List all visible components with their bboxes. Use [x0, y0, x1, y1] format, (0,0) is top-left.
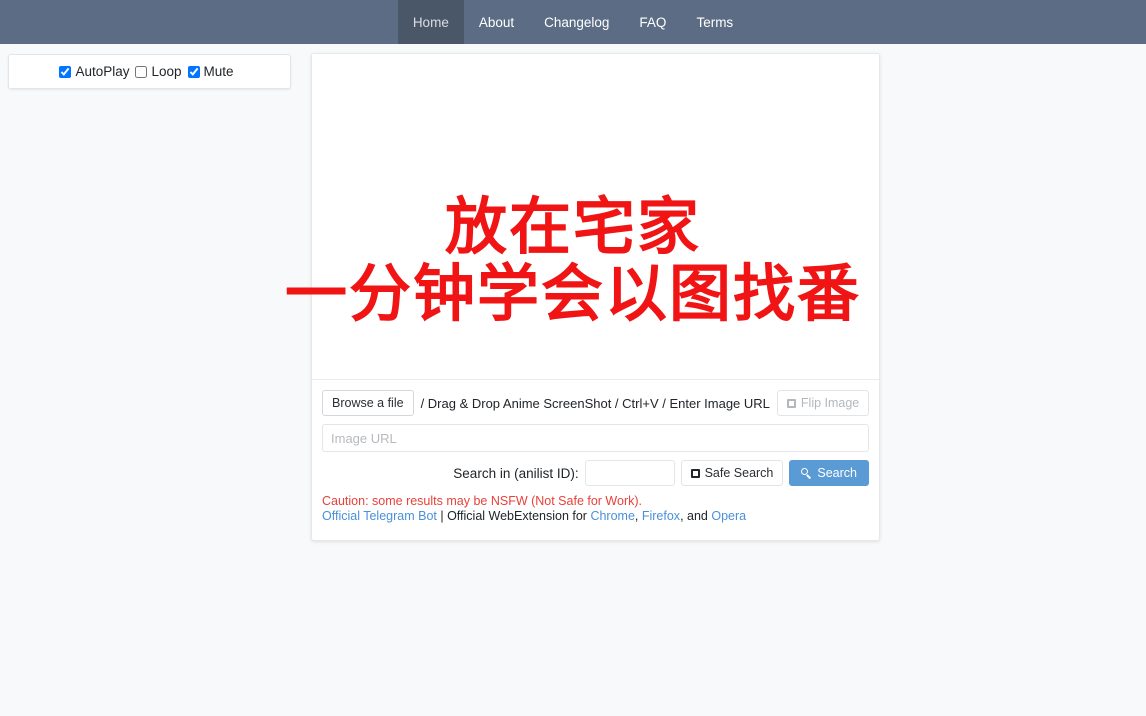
nav-label-faq: FAQ [639, 14, 667, 30]
flip-image-button[interactable]: Flip Image [776, 390, 870, 416]
top-navbar: Home About Changelog FAQ Terms [0, 0, 1146, 44]
search-button[interactable]: Search [789, 460, 869, 486]
nav-item-changelog[interactable]: Changelog [529, 0, 624, 44]
autoplay-checkbox[interactable] [59, 65, 72, 78]
nav-label-home: Home [412, 14, 449, 30]
nav-label-about: About [478, 14, 515, 30]
chrome-link[interactable]: Chrome [590, 509, 634, 523]
media-preview-area[interactable]: 放在宅家 一分钟学会以图找番 [285, 54, 879, 379]
nav-list: Home About Changelog FAQ Terms [397, 0, 748, 44]
flip-image-label: Flip Image [800, 396, 860, 410]
safe-search-label: Safe Search [704, 466, 774, 480]
url-row [322, 424, 869, 452]
upload-hint-text: / Drag & Drop Anime ScreenShot / Ctrl+V … [420, 395, 770, 411]
mute-label: Mute [203, 64, 234, 79]
nav-item-faq[interactable]: FAQ [624, 0, 681, 44]
loop-checkbox[interactable] [135, 65, 148, 78]
nav-item-about[interactable]: About [464, 0, 529, 44]
upload-row: Browse a file / Drag & Drop Anime Screen… [322, 390, 870, 416]
comma-2: , and [680, 509, 712, 523]
autoplay-option[interactable]: AutoPlay [59, 64, 135, 79]
autoplay-label: AutoPlay [75, 64, 130, 79]
nav-label-changelog: Changelog [544, 14, 610, 30]
caption-line-1: 放在宅家 [444, 190, 701, 263]
nav-item-terms[interactable]: Terms [681, 0, 748, 44]
search-button-label: Search [817, 466, 857, 480]
mute-checkbox[interactable] [187, 65, 200, 78]
search-row: Search in (anilist ID): Safe Search Sear… [322, 460, 869, 486]
nsfw-caution-text: Caution: some results may be NSFW (Not S… [322, 494, 643, 508]
link-separator: | [436, 509, 448, 523]
telegram-bot-link[interactable]: Official Telegram Bot [322, 509, 437, 523]
nav-label-terms: Terms [696, 14, 734, 30]
anilist-id-label: Search in (anilist ID): [453, 465, 579, 481]
anilist-id-input[interactable] [584, 460, 675, 486]
caption-line-2: 一分钟学会以图找番 [284, 256, 861, 330]
safe-search-button[interactable]: Safe Search [680, 460, 784, 486]
mute-option[interactable]: Mute [187, 64, 240, 79]
player-options-group: AutoPlay Loop Mute [59, 64, 239, 79]
search-controls: Browse a file / Drag & Drop Anime Screen… [312, 380, 879, 533]
image-url-input[interactable] [322, 424, 869, 452]
search-icon [801, 467, 812, 479]
comma-1: , [634, 509, 642, 523]
webextension-text: Official WebExtension for [447, 509, 591, 523]
loop-label: Loop [151, 64, 182, 79]
nav-item-home[interactable]: Home [397, 0, 464, 44]
search-card: 放在宅家 一分钟学会以图找番 Browse a file / Drag & Dr… [285, 53, 880, 541]
player-options-panel: AutoPlay Loop Mute [8, 54, 291, 89]
browse-file-button[interactable]: Browse a file [322, 390, 414, 416]
checkbox-square-icon [786, 398, 796, 408]
checkbox-square-icon [690, 468, 700, 478]
loop-option[interactable]: Loop [135, 64, 187, 79]
video-caption-overlay: 放在宅家 一分钟学会以图找番 [0, 190, 1146, 330]
firefox-link[interactable]: Firefox [642, 509, 680, 523]
opera-link[interactable]: Opera [711, 509, 746, 523]
footer-links: Official Telegram Bot | Official WebExte… [322, 509, 869, 523]
